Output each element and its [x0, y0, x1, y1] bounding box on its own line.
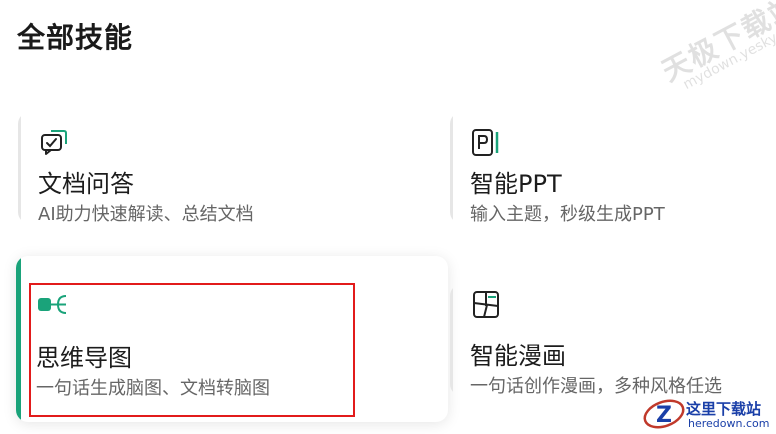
watermark: 天极下载站 mydown.yesky.com: [610, 0, 776, 98]
logo-url: heredown.com: [688, 417, 770, 430]
logo-icon: Z: [643, 399, 685, 429]
skill-desc: 一句话创作漫画，多种风格任选: [470, 376, 722, 396]
ppt-icon: [472, 129, 499, 156]
comic-icon: [473, 291, 499, 318]
logo-text: 这里下载站: [686, 400, 762, 418]
card-left-bar: [18, 112, 21, 224]
skill-card-smart-ppt[interactable]: 智能PPT 输入主题，秒级生成PPT: [450, 112, 776, 224]
svg-text:Z: Z: [656, 403, 672, 428]
skill-desc: AI助力快速解读、总结文档: [38, 204, 254, 224]
page-title: 全部技能: [17, 22, 134, 53]
skill-title: 智能PPT: [470, 170, 562, 198]
skill-title: 智能漫画: [470, 342, 566, 370]
skill-card-doc-qa[interactable]: 文档问答 AI助力快速解读、总结文档: [18, 112, 438, 224]
site-logo: Z 这里下载站 heredown.com: [642, 394, 776, 434]
highlight-annotation: [29, 283, 355, 417]
skill-card-smart-comic[interactable]: 智能漫画 一句话创作漫画，多种风格任选: [450, 284, 776, 396]
skill-desc: 输入主题，秒级生成PPT: [470, 204, 665, 224]
chat-document-icon: [41, 130, 67, 155]
card-active-bar: [16, 256, 21, 422]
skill-title: 文档问答: [38, 170, 134, 198]
card-left-bar: [450, 112, 453, 224]
card-left-bar: [450, 284, 453, 396]
